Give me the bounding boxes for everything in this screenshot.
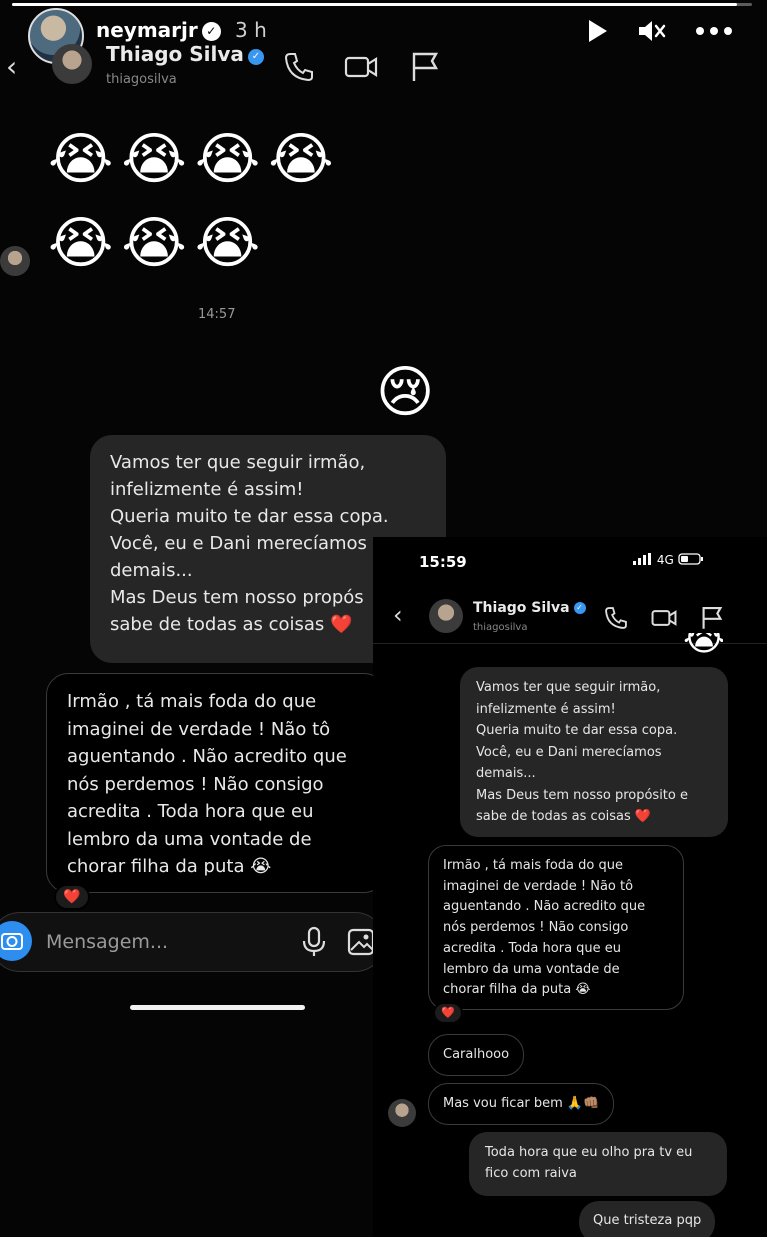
emoji-message[interactable]: 😭😭😭😭: [48, 128, 342, 192]
emoji-message[interactable]: 😭😭😭: [48, 212, 268, 276]
verified-badge-icon: ✓: [573, 602, 586, 614]
heart-reaction[interactable]: ❤️: [433, 1002, 463, 1024]
story-progress-bar: [12, 3, 752, 6]
received-message-bubble[interactable]: Caralhooo: [428, 1034, 525, 1076]
status-bar-time: 15:59: [419, 553, 467, 571]
camera-icon: [1, 933, 23, 950]
emoji-message[interactable]: 😢: [376, 360, 434, 425]
contact-avatar[interactable]: [52, 44, 92, 84]
video-call-icon[interactable]: [344, 50, 378, 84]
story-username-text[interactable]: neymarjr: [96, 18, 198, 42]
microphone-icon[interactable]: [300, 926, 328, 958]
received-message-bubble[interactable]: Irmão , tá mais foda do que imaginei de …: [428, 845, 684, 1010]
story-username[interactable]: neymarjr ✓: [96, 18, 221, 42]
message-text: Toda hora que eu olho pra tv eu fico com…: [485, 1145, 693, 1181]
back-chevron-icon[interactable]: ‹: [6, 50, 17, 83]
sent-message-bubble[interactable]: Que tristeza pqp: [579, 1201, 716, 1237]
message-timestamp: 14:57: [198, 307, 236, 322]
message-text: Irmão , tá mais foda do que imaginei de …: [443, 858, 646, 998]
video-call-icon[interactable]: [651, 605, 677, 631]
back-chevron-icon[interactable]: ‹: [393, 601, 403, 629]
message-text: Vamos ter que seguir irmão, infelizmente…: [476, 680, 688, 824]
sent-message-bubble[interactable]: Toda hora que eu olho pra tv eu fico com…: [469, 1132, 727, 1196]
battery-icon: [677, 553, 703, 565]
status-bar-icons: 4G: [633, 553, 704, 567]
verified-badge-icon: ✓: [247, 49, 264, 65]
message-text: Irmão , tá mais foda do que imaginei de …: [67, 691, 347, 877]
contact-name[interactable]: Thiago Silva ✓: [106, 42, 264, 66]
verified-badge-icon: ✓: [201, 22, 221, 41]
network-type: 4G: [656, 553, 674, 567]
contact-handle: thiagosilva: [106, 72, 177, 87]
flag-icon[interactable]: [408, 50, 442, 84]
contact-name-text[interactable]: Thiago Silva: [106, 42, 244, 66]
contact-handle: thiagosilva: [473, 622, 528, 633]
contact-avatar[interactable]: [429, 599, 463, 633]
flag-icon[interactable]: [699, 605, 725, 631]
signal-icon: [633, 553, 651, 565]
message-input[interactable]: Mensagem...: [46, 931, 168, 953]
contact-name[interactable]: Thiago Silva ✓: [473, 600, 586, 616]
contact-name-text[interactable]: Thiago Silva: [473, 600, 570, 616]
heart-reaction[interactable]: ❤️: [54, 884, 90, 910]
overlay-screenshot: 15:59 4G ‹ Thiago Silva✓ thiagosilva 😭 V…: [373, 537, 767, 1237]
play-icon[interactable]: [584, 18, 610, 44]
home-indicator: [130, 1005, 305, 1010]
sent-message-bubble[interactable]: Vamos ter que seguir irmão, infelizmente…: [460, 667, 728, 837]
phone-icon[interactable]: [282, 50, 316, 84]
mute-icon[interactable]: [636, 18, 666, 44]
received-message-bubble[interactable]: Mas vou ficar bem 🙏👊🏽: [428, 1083, 615, 1125]
more-options-icon[interactable]: [694, 18, 734, 44]
contact-avatar-small[interactable]: [0, 246, 30, 276]
contact-avatar-small[interactable]: [388, 1099, 416, 1127]
story-time: 3 h: [235, 18, 267, 42]
camera-button[interactable]: [0, 921, 32, 961]
received-message-bubble[interactable]: Irmão , tá mais foda do que imaginei de …: [46, 673, 386, 893]
gallery-icon[interactable]: [346, 926, 376, 958]
emoji-message-partial: 😭: [683, 633, 723, 653]
phone-icon[interactable]: [603, 605, 629, 631]
story-progress-fill: [12, 3, 738, 6]
